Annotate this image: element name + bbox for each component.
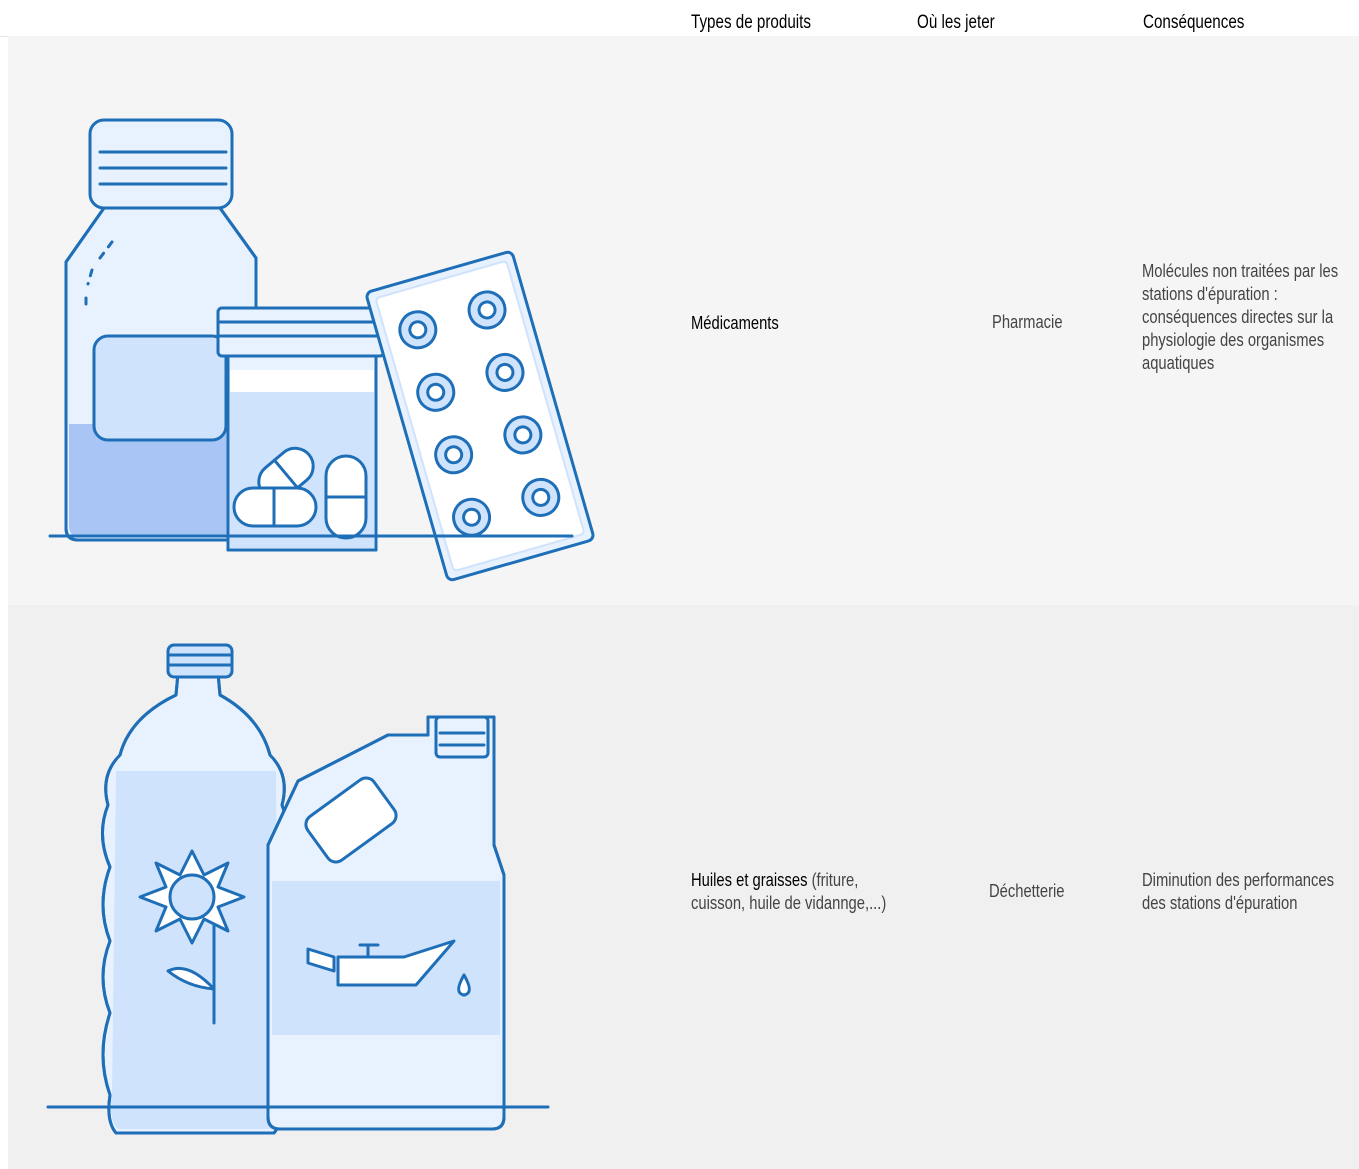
table-header: Types de produits Où les jeter Conséquen… bbox=[0, 0, 1359, 37]
header-types: Types de produits bbox=[691, 12, 811, 33]
table-row: Huiles et graisses (friture, cuisson, hu… bbox=[8, 605, 1359, 1169]
product-type-name: Médicaments bbox=[691, 313, 779, 333]
disposal-place: Déchetterie bbox=[989, 881, 1065, 901]
table-row: Médicaments Pharmacie Molécules non trai… bbox=[8, 36, 1359, 605]
medicine-bottles-icon bbox=[48, 118, 595, 582]
consequences-text: Diminution des performances des stations… bbox=[1142, 870, 1334, 913]
page: Types de produits Où les jeter Conséquen… bbox=[0, 0, 1359, 1169]
consequences-text: Molécules non traitées par les stations … bbox=[1142, 261, 1339, 373]
disposal-place: Pharmacie bbox=[992, 312, 1063, 332]
product-type-cell: Huiles et graisses (friture, cuisson, hu… bbox=[691, 869, 904, 915]
header-consequences: Conséquences bbox=[1143, 12, 1245, 33]
oil-bottles-icon bbox=[46, 643, 550, 1135]
header-where: Où les jeter bbox=[917, 12, 995, 33]
product-type-name: Huiles et graisses bbox=[691, 870, 808, 890]
product-type-cell: Médicaments bbox=[691, 312, 904, 335]
